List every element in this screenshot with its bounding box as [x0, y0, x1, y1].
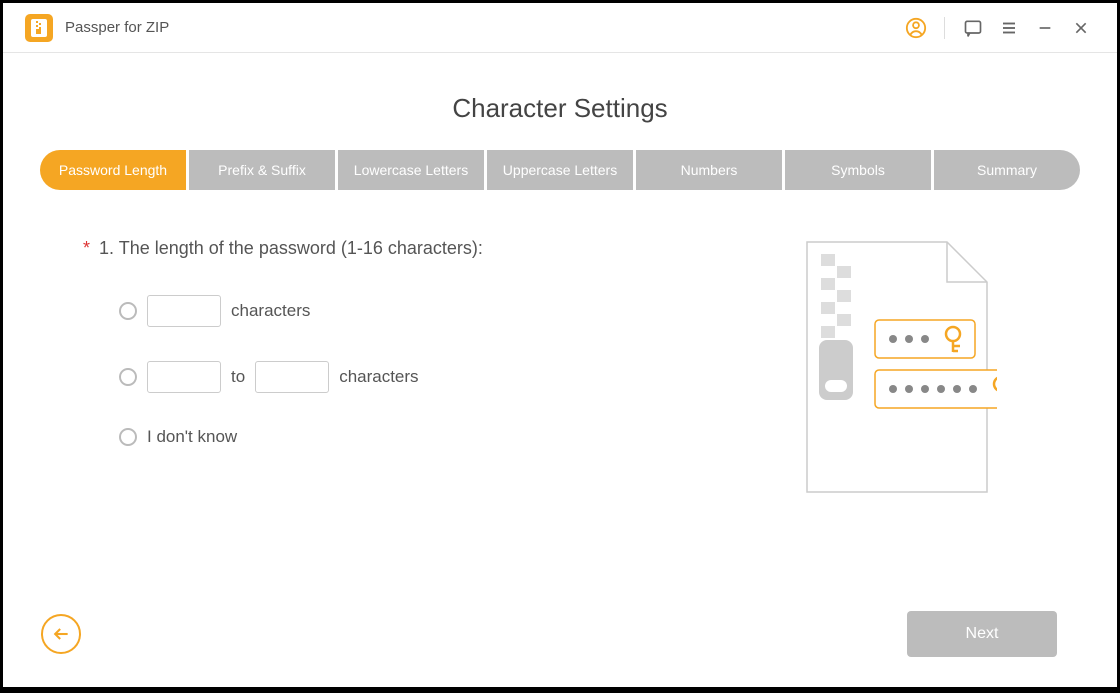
titlebar: Passper for ZIP [3, 3, 1117, 53]
radio-range[interactable] [119, 368, 137, 386]
range-suffix: characters [339, 367, 418, 387]
tab-symbols[interactable]: Symbols [785, 150, 931, 190]
option-dont-know: I don't know [119, 427, 797, 447]
range-middle: to [231, 367, 245, 387]
feedback-icon[interactable] [959, 14, 987, 42]
app-window: Passper for ZIP [3, 3, 1117, 687]
option-range-length: to characters [119, 361, 797, 393]
tab-summary[interactable]: Summary [934, 150, 1080, 190]
tab-numbers[interactable]: Numbers [636, 150, 782, 190]
title-actions [902, 14, 1095, 42]
page-title: Character Settings [63, 93, 1057, 124]
back-button[interactable] [41, 614, 81, 654]
question-label: * 1. The length of the password (1-16 ch… [83, 238, 797, 259]
menu-icon[interactable] [995, 14, 1023, 42]
exact-length-input[interactable] [147, 295, 221, 327]
app-title: Passper for ZIP [65, 19, 169, 36]
option-exact-length: characters [119, 295, 797, 327]
divider [944, 17, 945, 39]
wizard-tabs: Password Length Prefix & Suffix Lowercas… [63, 150, 1057, 190]
account-icon[interactable] [902, 14, 930, 42]
dont-know-label: I don't know [147, 427, 237, 447]
footer: Next [3, 611, 1117, 687]
minimize-button[interactable] [1031, 14, 1059, 42]
radio-exact[interactable] [119, 302, 137, 320]
tab-prefix-suffix[interactable]: Prefix & Suffix [189, 150, 335, 190]
close-button[interactable] [1067, 14, 1095, 42]
exact-suffix: characters [231, 301, 310, 321]
range-max-input[interactable] [255, 361, 329, 393]
required-asterisk: * [83, 238, 90, 258]
question-text: 1. The length of the password (1-16 char… [99, 238, 483, 258]
length-options: characters to characters I don't know [119, 295, 797, 447]
main-content: Character Settings Password Length Prefi… [3, 53, 1117, 611]
app-logo-icon [25, 14, 53, 42]
tab-lowercase[interactable]: Lowercase Letters [338, 150, 484, 190]
radio-dont-know[interactable] [119, 428, 137, 446]
range-min-input[interactable] [147, 361, 221, 393]
next-button[interactable]: Next [907, 611, 1057, 657]
zip-file-illustration [797, 232, 997, 507]
tab-uppercase[interactable]: Uppercase Letters [487, 150, 633, 190]
tab-password-length[interactable]: Password Length [40, 150, 186, 190]
